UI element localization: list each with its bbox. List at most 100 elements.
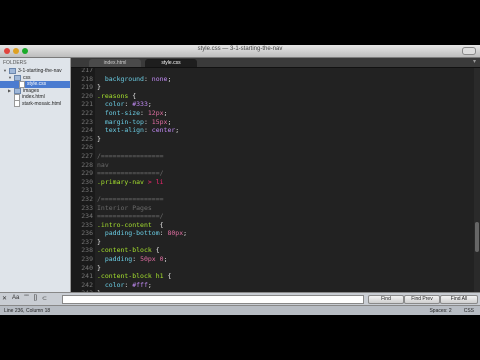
code-line: 223 margin-top: 15px;: [71, 118, 466, 127]
line-number: 222: [81, 108, 93, 117]
code-token: /================: [97, 194, 164, 203]
in-selection-toggle[interactable]: ⊂: [42, 295, 47, 302]
find-options: Aa "" [] ⊂: [12, 295, 47, 302]
status-bar: Line 236, Column 18 Spaces: 2 CSS: [0, 305, 480, 315]
sidebar-item-label: stark-mosaic.html: [22, 100, 62, 107]
code-token: center: [151, 126, 176, 135]
code-token: /================: [97, 151, 164, 160]
code-line: 227 /================: [71, 152, 466, 161]
code-token: }: [97, 134, 101, 143]
code-token: 15px: [151, 117, 168, 126]
tab-overflow-icon[interactable]: ▾: [473, 58, 476, 65]
code-token: :: [140, 108, 148, 117]
code-line: 235 .intro-content {: [71, 221, 466, 230]
code-line: 234 ================/: [71, 212, 466, 221]
line-text: .content-block {: [95, 246, 160, 255]
disclosure-closed-icon[interactable]: ▶: [8, 88, 12, 95]
line-number: 237: [81, 237, 93, 246]
tab-index-html[interactable]: index.html: [89, 59, 141, 67]
syntax-setting[interactable]: CSS: [464, 308, 474, 314]
line-text: padding-bottom: 80px;: [95, 229, 187, 238]
code-token: ;: [175, 126, 180, 135]
code-editor[interactable]: 217 218 background: none; 219} 220 .reasons …: [71, 68, 480, 301]
line-text: margin-top: 15px;: [95, 117, 172, 127]
line-text: ================/: [95, 212, 164, 221]
code-line: 225}: [71, 135, 466, 144]
code-token: text-align: [97, 126, 144, 135]
line-text: text-align: center;: [95, 126, 179, 135]
line-number: 238: [81, 246, 93, 255]
code-token: padding: [97, 255, 133, 264]
file-icon: [14, 100, 20, 107]
status-right: Spaces: 2 CSS: [429, 308, 474, 314]
find-prev-button[interactable]: Find Prev: [404, 295, 440, 304]
code-line: 222 font-size: 12px;: [71, 109, 466, 118]
folder-icon: [14, 87, 21, 94]
code-line: 217: [71, 68, 466, 75]
find-input[interactable]: [62, 295, 364, 304]
line-number: 218: [81, 74, 93, 83]
regex-toggle[interactable]: []: [34, 295, 37, 302]
line-text: /================: [95, 152, 164, 161]
code-token: {: [163, 272, 172, 281]
disclosure-open-icon[interactable]: ▼: [3, 68, 7, 75]
fullscreen-button[interactable]: [462, 47, 476, 55]
code-line: 233 Interior Pages: [71, 204, 466, 213]
line-number: 228: [81, 160, 93, 169]
find-button[interactable]: Find: [368, 295, 404, 304]
code-line: 219}: [71, 83, 466, 92]
code-token: .primary-nav: [97, 177, 144, 186]
code-token: :: [143, 126, 152, 135]
line-number: 219: [81, 83, 93, 92]
code-line: 232 /================: [71, 195, 466, 204]
code-token: :: [132, 255, 141, 264]
tab-style-css[interactable]: style.css: [145, 59, 197, 67]
line-text: }: [95, 264, 101, 273]
code-line: 220 .reasons {: [71, 92, 466, 101]
line-text: font-size: 12px;: [95, 108, 168, 118]
vertical-scrollbar[interactable]: [474, 68, 480, 301]
code-token: margin-top: [97, 117, 144, 126]
code-token: 12px: [147, 108, 164, 117]
line-number: 230: [81, 177, 93, 186]
code-token: color: [97, 100, 125, 109]
line-number: 223: [81, 117, 93, 126]
code-token: li: [155, 177, 164, 186]
code-token: .intro-content: [97, 220, 152, 229]
sidebar-item[interactable]: stark-mosaic.html: [0, 100, 70, 107]
line-number: 221: [81, 100, 93, 109]
code-token: }: [97, 83, 101, 92]
line-text: .intro-content {: [95, 221, 164, 230]
code-token: background: [97, 74, 144, 83]
line-number: 224: [81, 126, 93, 135]
indentation-setting[interactable]: Spaces: 2: [429, 308, 451, 314]
code-token: ================/: [97, 212, 164, 221]
code-token: ;: [163, 108, 168, 117]
code-line: 239 padding: 50px 0;: [71, 255, 466, 264]
code-line: 230 .primary-nav > li: [71, 178, 466, 187]
code-line: 237}: [71, 238, 466, 247]
scrollbar-thumb[interactable]: [475, 222, 479, 253]
line-number: 239: [81, 255, 93, 264]
code-token: font-size: [97, 108, 141, 117]
line-text: [95, 68, 97, 75]
code-line: 240}: [71, 264, 466, 273]
code-token: }: [97, 263, 101, 272]
code-line: 218 background: none;: [71, 75, 466, 84]
code-token: #fff: [132, 280, 148, 289]
code-token: ;: [147, 280, 152, 289]
line-number: 229: [81, 169, 93, 178]
line-number: 234: [81, 212, 93, 221]
code-line: 228 nav: [71, 161, 466, 170]
code-token: #333: [132, 100, 148, 109]
find-all-button[interactable]: Find All: [440, 295, 478, 304]
disclosure-open-icon[interactable]: ▼: [8, 75, 12, 82]
sidebar-header: FOLDERS: [3, 60, 27, 66]
close-icon[interactable]: ✕: [2, 295, 7, 302]
find-panel: ✕ Aa "" [] ⊂ Find Find Prev Find All: [0, 292, 480, 305]
whole-word-toggle[interactable]: "": [24, 295, 28, 302]
folders-sidebar: FOLDERS ▼ 3-1-starting-the-nav ▼ css style.c…: [0, 58, 71, 301]
line-number: 232: [81, 194, 93, 203]
case-sensitive-toggle[interactable]: Aa: [12, 295, 19, 302]
code-line: 236 padding-bottom: 80px;: [71, 229, 466, 238]
